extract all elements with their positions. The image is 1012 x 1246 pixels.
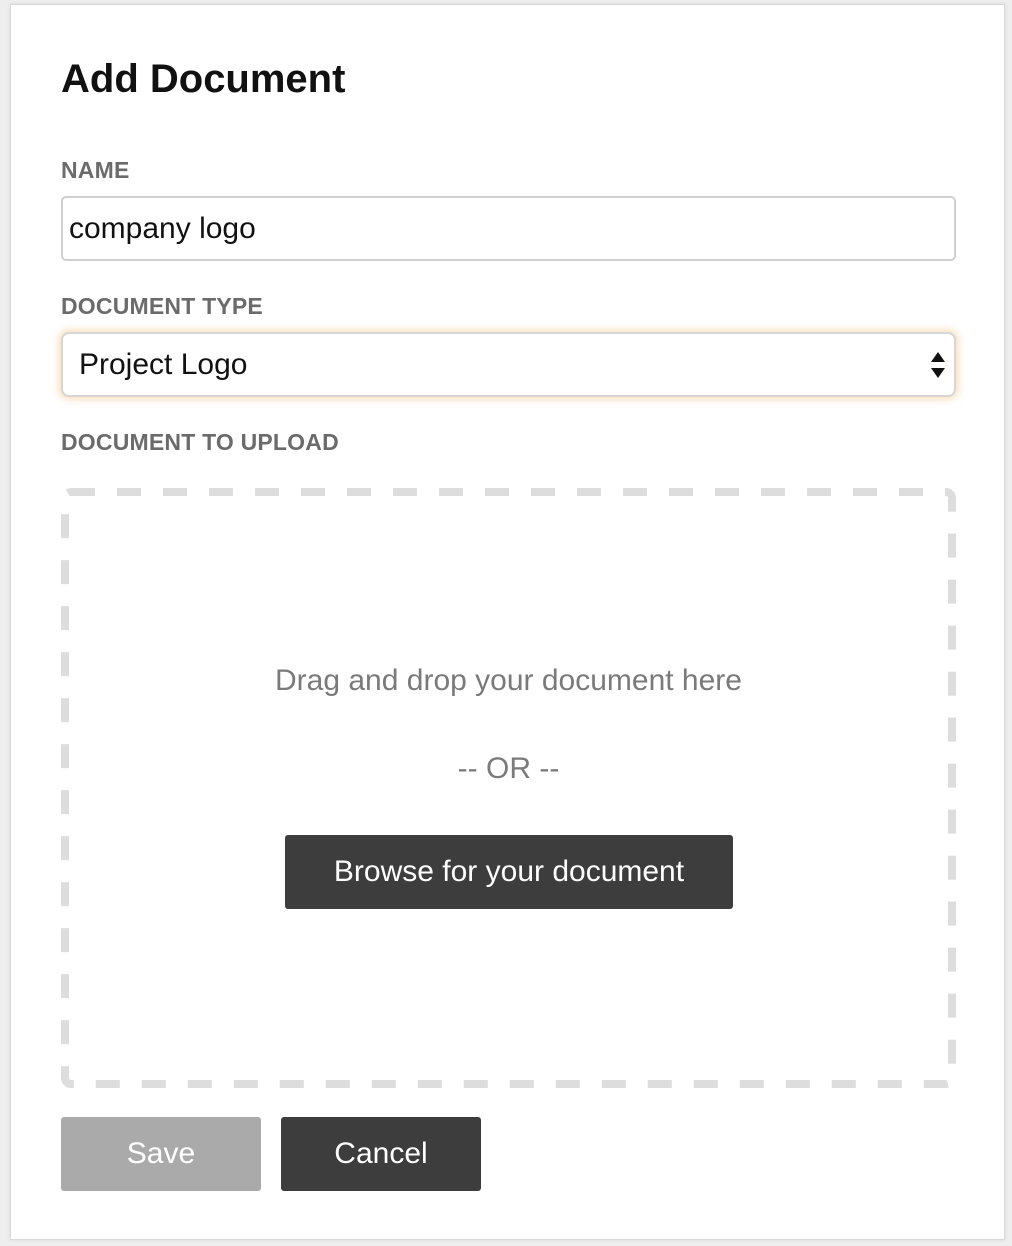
document-upload-label: DOCUMENT TO UPLOAD — [61, 429, 339, 455]
cancel-button[interactable]: Cancel — [281, 1117, 481, 1191]
browse-document-button[interactable]: Browse for your document — [285, 835, 733, 909]
upload-dropzone[interactable]: Drag and drop your document here -- OR -… — [61, 488, 956, 1088]
name-input[interactable] — [61, 196, 956, 261]
document-type-label: DOCUMENT TYPE — [61, 293, 263, 319]
add-document-dialog: Add Document NAME DOCUMENT TYPE Project … — [10, 4, 1005, 1240]
dropzone-instruction: Drag and drop your document here — [275, 664, 742, 697]
document-type-selected-value: Project Logo — [79, 348, 248, 381]
save-button[interactable]: Save — [61, 1117, 261, 1191]
dropzone-dashed-border — [61, 488, 956, 1088]
dropzone-or-divider: -- OR -- — [457, 752, 560, 785]
document-type-select[interactable]: Project Logo — [61, 332, 956, 397]
select-arrows-icon — [931, 352, 945, 378]
dialog-title: Add Document — [61, 57, 346, 101]
name-label: NAME — [61, 157, 130, 183]
